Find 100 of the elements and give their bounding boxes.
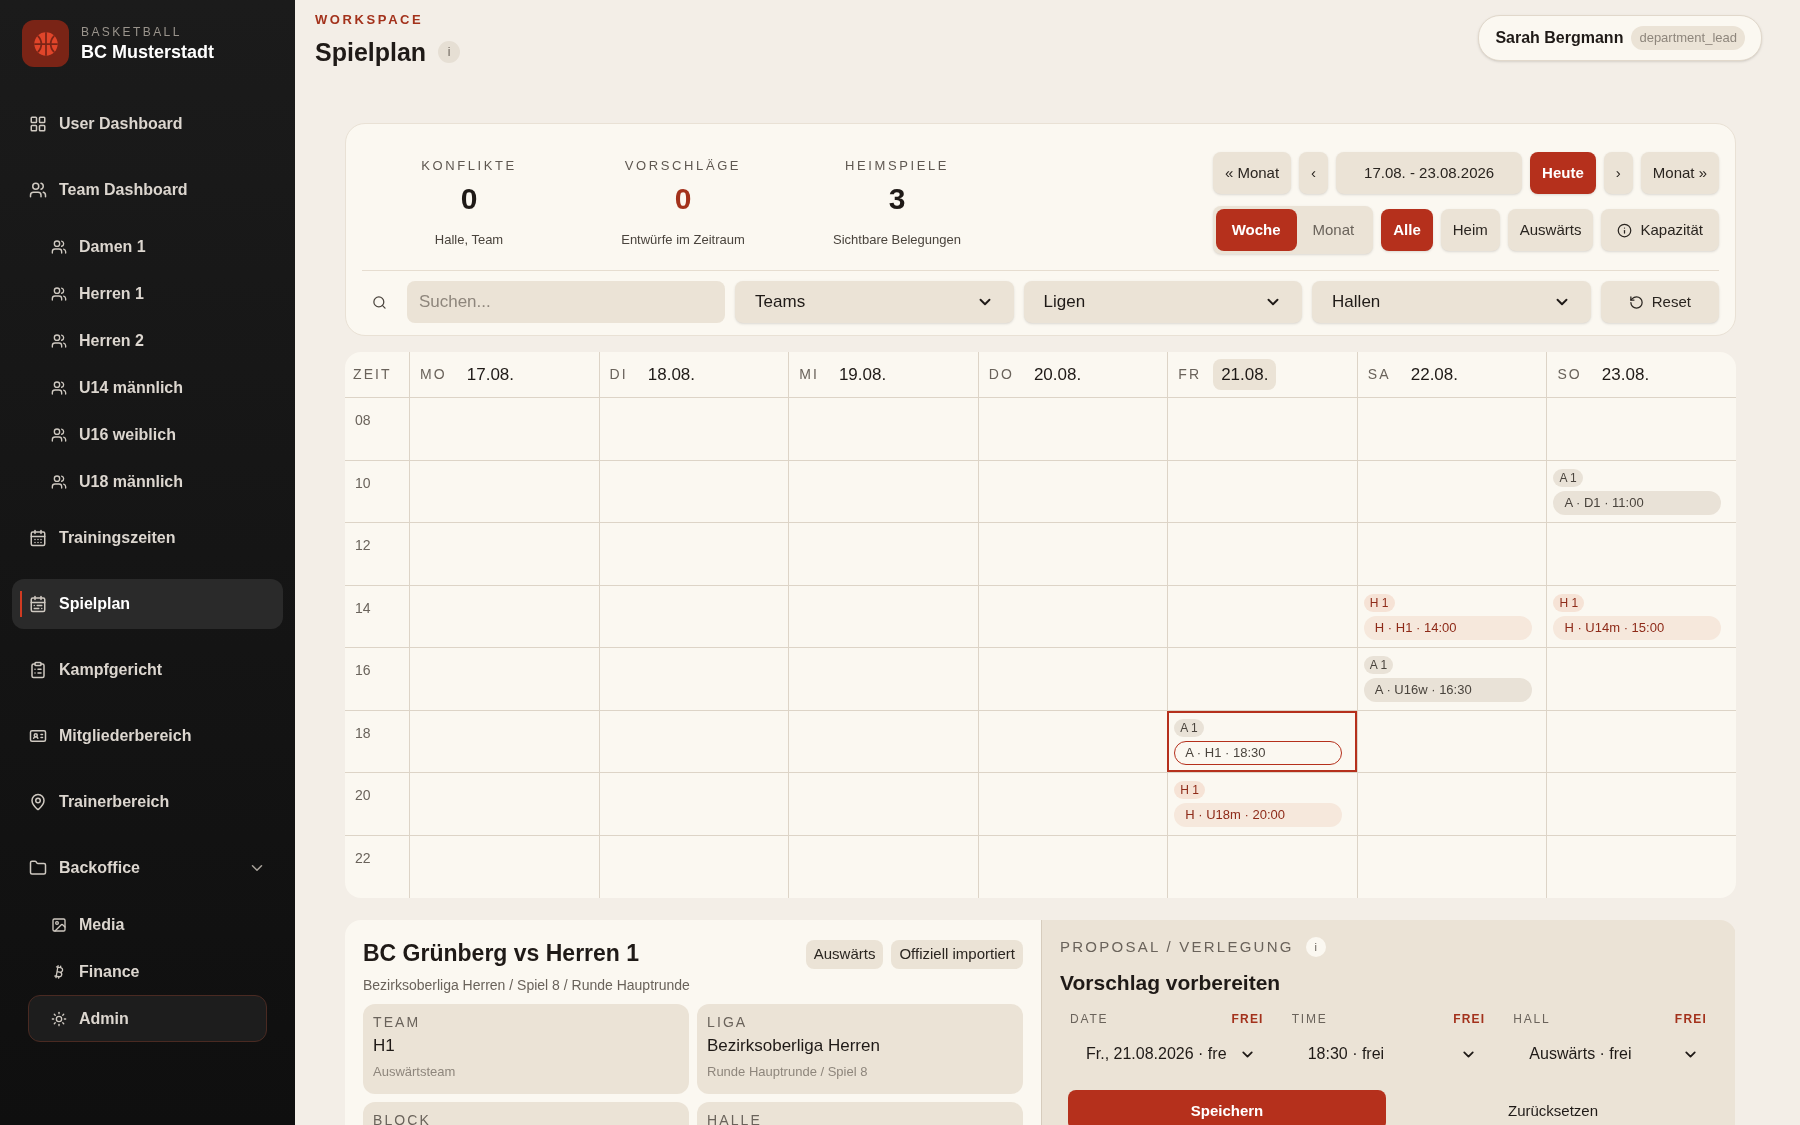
folder-icon (29, 859, 47, 877)
field-status: FREI (1231, 1011, 1264, 1028)
event-tag: H 1 (1553, 593, 1585, 612)
weekday-label: DO (988, 365, 1014, 384)
sidebar-item[interactable]: Trainerbereich (12, 777, 283, 827)
day-date: 21.08. (1213, 358, 1277, 391)
field-label: DATE (1070, 1011, 1109, 1028)
day-date: 22.08. (1409, 363, 1459, 386)
sidebar-subitem[interactable]: Damen 1 (12, 223, 267, 270)
event-chip[interactable]: A · D1 · 11:00 (1553, 490, 1722, 515)
calendar-icon (29, 529, 47, 547)
field-status: FREI (1453, 1011, 1486, 1028)
hour-label: 08 (355, 412, 371, 428)
sidebar-item[interactable]: Backoffice (12, 843, 283, 893)
nav-button[interactable]: Heute (1530, 152, 1596, 194)
nav-button[interactable]: « Monat (1212, 152, 1292, 194)
capacity-button[interactable]: Kapazität (1601, 209, 1719, 251)
calendar-icon (29, 595, 47, 613)
stat-note: Entwürfe im Zeitraum (621, 230, 745, 249)
save-button[interactable]: Speichern (1068, 1090, 1386, 1125)
sidebar-item[interactable]: User Dashboard (12, 99, 283, 149)
proposal-eyebrow: PROPOSAL / VERLEGUNG (1060, 937, 1294, 957)
sidebar-item[interactable]: Kampfgericht (12, 645, 283, 695)
event-tag: A 1 (1174, 718, 1204, 737)
sidebar-subitem[interactable]: Admin (28, 995, 267, 1042)
people-icon (51, 426, 67, 443)
weekday-label: FR (1178, 365, 1202, 384)
sidebar-subitem[interactable]: U18 männlich (12, 458, 267, 505)
role-badge: department_lead (1631, 26, 1745, 50)
stat-note: Halle, Team (434, 230, 504, 249)
weekday-label: SO (1557, 365, 1582, 384)
tile-value: H1 (373, 1034, 396, 1057)
page-eyebrow: WORKSPACE (315, 11, 425, 29)
info-icon (1617, 222, 1633, 238)
time-heading: ZEIT (353, 365, 392, 384)
tile-label: LIGA (707, 1012, 749, 1032)
stat-note: Sichtbare Belegungen (833, 230, 961, 249)
reset-button[interactable]: Reset (1600, 281, 1719, 323)
tile-label: HALLE (707, 1110, 763, 1125)
day-date: 20.08. (1032, 363, 1083, 386)
sidebar-subitem[interactable]: U16 weiblich (12, 411, 267, 458)
search-field[interactable]: Suchen... (406, 281, 726, 323)
field-label: HALL (1513, 1011, 1551, 1028)
filter-select[interactable]: Hallen (1312, 281, 1591, 323)
sidebar-subitem[interactable]: Finance (12, 948, 267, 995)
nav-button[interactable]: Monat » (1640, 152, 1719, 194)
hour-label: 16 (355, 662, 371, 678)
hour-label: 22 (355, 849, 371, 866)
hour-label: 20 (355, 787, 371, 803)
date-range-button[interactable]: 17.08. - 23.08.2026 (1336, 152, 1523, 194)
event-chip[interactable]: A · U16w · 16:30 (1363, 678, 1532, 702)
id-card-icon (29, 727, 47, 745)
info-badge: i (1305, 937, 1326, 958)
sidebar-item[interactable]: Mitgliederbereich (12, 711, 283, 761)
view-tab[interactable]: Woche (1215, 209, 1297, 251)
filter-select[interactable]: Ligen (1023, 281, 1303, 323)
hour-label: 10 (355, 474, 371, 491)
hour-label: 18 (355, 724, 371, 741)
proposal-select[interactable]: Auswärts · frei (1513, 1032, 1707, 1076)
filter-button[interactable]: Auswärts (1507, 209, 1594, 251)
filter-button[interactable]: Alle (1381, 209, 1433, 251)
proposal-title: Vorschlag vorbereiten (1060, 969, 1282, 996)
game-badge: Offiziell importiert (891, 940, 1023, 969)
sidebar-subitem[interactable]: U14 männlich (12, 364, 267, 411)
grid-icon (29, 115, 47, 133)
sidebar-subitem[interactable]: Media (12, 901, 267, 948)
tile-value: Bezirksoberliga Herren (707, 1034, 881, 1057)
event-chip[interactable]: H · U14m · 15:00 (1553, 615, 1722, 640)
stat-value: 0 (460, 183, 478, 214)
event-chip[interactable]: H · U18m · 20:00 (1174, 803, 1343, 827)
user-pill[interactable]: Sarah Bergmann department_lead (1478, 15, 1762, 61)
basketball-logo-icon (22, 20, 69, 67)
day-date: 23.08. (1600, 363, 1651, 386)
brand-name: BC Musterstadt (81, 41, 214, 64)
filter-button[interactable]: Heim (1440, 209, 1500, 251)
document-icon (29, 661, 47, 679)
weekday-label: DI (609, 365, 628, 384)
weekday-label: MI (799, 365, 819, 384)
stat-value: 3 (888, 183, 906, 214)
sidebar-item[interactable]: Trainingszeiten (12, 513, 283, 563)
day-date: 17.08. (465, 363, 516, 386)
hour-label: 14 (355, 599, 371, 616)
sidebar-subitem[interactable]: Herren 2 (12, 317, 267, 364)
view-tab[interactable]: Monat (1296, 209, 1371, 251)
event-tag: H 1 (1174, 781, 1205, 799)
nav-button[interactable]: ‹ (1299, 152, 1329, 194)
sidebar-subitem[interactable]: Herren 1 (12, 270, 267, 317)
nav-button[interactable]: › (1603, 152, 1633, 194)
sidebar-item[interactable]: Spielplan (12, 579, 283, 629)
proposal-select[interactable]: Fr., 21.08.2026 · fre (1070, 1032, 1264, 1076)
event-chip[interactable]: H · H1 · 14:00 (1363, 615, 1532, 640)
proposal-select[interactable]: 18:30 · frei (1291, 1032, 1486, 1076)
stat-label: VORSCHLÄGE (624, 157, 742, 175)
game-subtitle: Bezirksoberliga Herren / Spiel 8 / Runde Hauptrunde (363, 975, 690, 995)
game-title: BC Grünberg vs Herren 1 (363, 939, 641, 968)
reset-form-button[interactable]: Zurücksetzen (1394, 1090, 1712, 1125)
people-icon (51, 285, 67, 302)
filter-select[interactable]: Teams (735, 281, 1014, 323)
tile-label: TEAM (373, 1012, 422, 1032)
sidebar-item[interactable]: Team Dashboard (12, 165, 283, 215)
